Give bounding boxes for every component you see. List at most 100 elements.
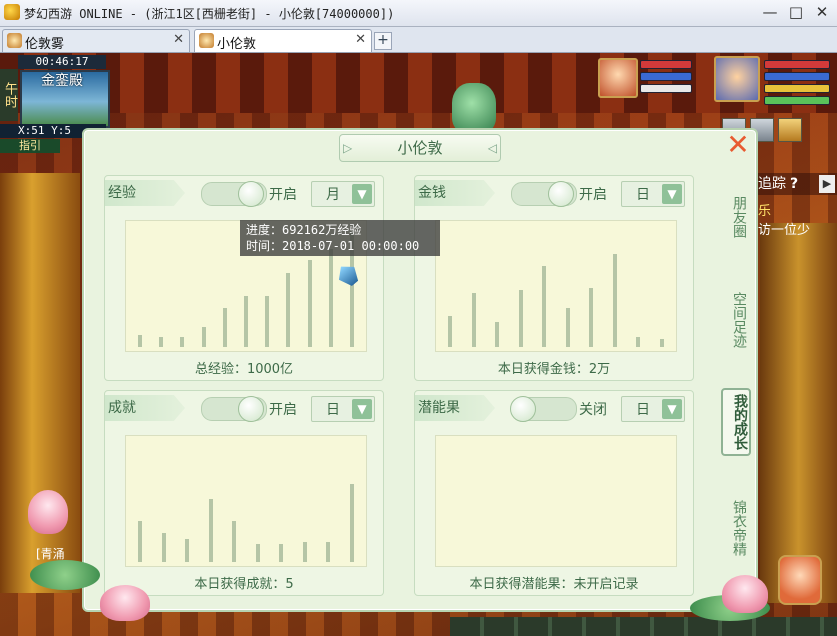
period-select[interactable]: 日 ▼ xyxy=(621,181,685,207)
toggle-knob xyxy=(548,181,574,207)
money-card: 金钱 开启 日 ▼ 本日获得金钱：2万 xyxy=(414,175,694,381)
close-panel-button[interactable]: ✕ xyxy=(725,131,751,159)
chart-bar[interactable] xyxy=(208,499,213,562)
quest-text[interactable]: 乐 访一位少 xyxy=(752,200,837,240)
toggle-label: 开启 xyxy=(269,402,297,418)
chart-bar[interactable] xyxy=(636,337,641,347)
toggle-knob xyxy=(238,396,264,422)
quest-line-2: 访一位少 xyxy=(758,223,811,238)
toggle-knob xyxy=(238,181,264,207)
toggle-label: 开启 xyxy=(579,187,607,203)
chart-bar[interactable] xyxy=(307,260,312,347)
lotus-flower xyxy=(722,575,768,613)
chart-bar[interactable] xyxy=(448,315,452,347)
panel-side-nav: 朋友圈 空间足迹 我的成长 锦衣帝精 xyxy=(716,180,752,600)
card-footer: 本日获得成就：5 xyxy=(194,577,294,592)
side-nav-wardrobe[interactable]: 锦衣帝精 xyxy=(722,500,748,556)
achievement-toggle[interactable] xyxy=(201,396,267,422)
card-footer: 总经验：1000亿 xyxy=(194,362,294,377)
money-toggle[interactable] xyxy=(511,181,577,207)
chart-bar[interactable] xyxy=(279,544,284,562)
chart-bar[interactable] xyxy=(138,520,142,562)
maximize-button[interactable]: □ xyxy=(786,2,806,22)
tab-bar: 伦敦雾 ✕ 小伦敦 ✕ + xyxy=(0,27,837,53)
potential-fruit-toggle[interactable] xyxy=(510,396,577,422)
chart-bar[interactable] xyxy=(159,337,164,347)
help-icon[interactable]: ? xyxy=(790,173,798,195)
chart-bar[interactable] xyxy=(161,532,166,562)
period-select[interactable]: 月 ▼ xyxy=(311,181,375,207)
side-nav-my-growth[interactable]: 我的成长 xyxy=(721,388,751,456)
side-nav-moments[interactable]: 朋友圈 xyxy=(722,196,748,238)
close-window-button[interactable]: ✕ xyxy=(812,2,832,22)
window-title: 梦幻西游 ONLINE - (浙江1区[西栅老街] - 小伦敦[74000000… xyxy=(24,7,395,21)
pet-portrait[interactable] xyxy=(598,58,638,98)
chart-bar[interactable] xyxy=(255,544,260,562)
guide-button[interactable]: 指引 xyxy=(0,139,60,153)
money-chart xyxy=(435,220,677,352)
chart-bar[interactable] xyxy=(495,322,500,347)
toggle-label: 关闭 xyxy=(579,402,607,418)
chart-bar[interactable] xyxy=(185,539,190,562)
tooltip-progress: 进度：692162万经验 xyxy=(246,223,362,237)
tab-xiaolundun[interactable]: 小伦敦 ✕ xyxy=(194,29,372,52)
player-portrait[interactable] xyxy=(714,56,760,102)
card-tag: 经验 xyxy=(105,180,185,206)
chart-bar[interactable] xyxy=(350,484,354,562)
chart-bar[interactable] xyxy=(518,289,523,347)
minimize-button[interactable]: — xyxy=(760,2,780,22)
game-time: 00:46:17 xyxy=(18,55,106,69)
new-tab-button[interactable]: + xyxy=(374,32,392,50)
window-titlebar: 梦幻西游 ONLINE - (浙江1区[西栅老街] - 小伦敦[74000000… xyxy=(0,0,837,27)
chart-bar[interactable] xyxy=(660,339,664,347)
card-footer: 本日获得金钱：2万 xyxy=(497,362,611,377)
chart-bar[interactable] xyxy=(138,335,142,347)
exp-toggle[interactable] xyxy=(201,181,267,207)
card-tag: 潜能果 xyxy=(415,395,495,421)
pet-status-bars xyxy=(640,60,692,96)
chevron-down-icon[interactable]: ▼ xyxy=(662,184,682,204)
period-select[interactable]: 日 ▼ xyxy=(311,396,375,422)
potential-fruit-chart xyxy=(435,435,677,567)
jade-statue xyxy=(452,83,496,133)
side-nav-footprints[interactable]: 空间足迹 xyxy=(722,292,748,348)
card-tag: 成就 xyxy=(105,395,185,421)
select-value: 日 xyxy=(636,402,650,418)
chart-bar[interactable] xyxy=(222,307,227,347)
quest-tracker[interactable]: 追踪? ▶ xyxy=(752,173,837,195)
bottom-action-bar[interactable] xyxy=(450,617,837,636)
chart-tooltip: 进度：692162万经验 时间：2018-07-01 00:00:00 xyxy=(240,220,440,256)
gift-box-icon[interactable] xyxy=(778,118,802,142)
chart-bar[interactable] xyxy=(565,307,570,347)
tab-close-icon[interactable]: ✕ xyxy=(355,32,366,47)
pet-mp-bar xyxy=(640,72,692,81)
chart-bar[interactable] xyxy=(471,292,476,347)
chart-bar[interactable] xyxy=(201,327,206,347)
chart-bar[interactable] xyxy=(326,542,331,562)
chart-bar[interactable] xyxy=(589,288,594,347)
chart-bar[interactable] xyxy=(542,266,547,347)
chart-bar[interactable] xyxy=(286,273,291,347)
card-footer: 本日获得潜能果：未开启记录 xyxy=(469,577,639,592)
chevron-down-icon[interactable]: ▼ xyxy=(352,399,372,419)
chart-bar[interactable] xyxy=(232,520,237,562)
chart-bar[interactable] xyxy=(612,253,617,347)
chart-bar[interactable] xyxy=(244,295,248,347)
map-location-name: 金銮殿 xyxy=(41,73,83,89)
chart-bar[interactable] xyxy=(302,542,307,562)
tab-lundunwu[interactable]: 伦敦雾 ✕ xyxy=(2,29,190,52)
pet-exp-bar xyxy=(640,84,692,93)
chevron-down-icon[interactable]: ▼ xyxy=(662,399,682,419)
panel-title: 小伦敦 xyxy=(339,134,501,162)
chevron-down-icon[interactable]: ▼ xyxy=(352,184,372,204)
player-exp-bar xyxy=(764,96,830,105)
period-select[interactable]: 日 ▼ xyxy=(621,396,685,422)
lotus-flower xyxy=(28,490,68,534)
tab-close-icon[interactable]: ✕ xyxy=(173,32,184,47)
tracker-expand-icon[interactable]: ▶ xyxy=(819,175,835,193)
tooltip-time: 时间：2018-07-01 00:00:00 xyxy=(246,239,420,253)
chart-bar[interactable] xyxy=(265,295,270,347)
chart-bar[interactable] xyxy=(180,337,185,347)
character-avatar[interactable] xyxy=(778,555,822,605)
chart-bar[interactable] xyxy=(328,248,333,347)
